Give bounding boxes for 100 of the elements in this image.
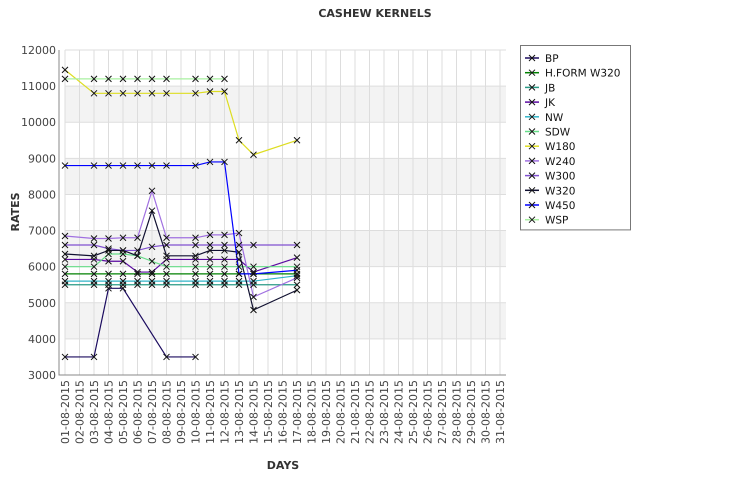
x-tick-label: 17-08-2015 [291, 380, 304, 444]
legend-line-icon [525, 69, 539, 76]
x-tick-label: 08-08-2015 [160, 380, 174, 444]
x-tick-label: 11-08-2015 [204, 380, 217, 444]
data-point-marker [294, 136, 300, 144]
x-tick-label: 05-08-2015 [117, 380, 130, 444]
data-point-marker [163, 162, 170, 170]
data-point-marker [148, 75, 156, 82]
x-tick-label: 13-08-2015 [233, 380, 246, 444]
y-tick-label: 11000 [21, 80, 56, 94]
legend-label: H.FORM W320 [545, 68, 620, 80]
x-tick-label: 15-08-2015 [262, 380, 275, 444]
data-point-marker [90, 90, 98, 97]
data-point-marker [134, 90, 141, 97]
legend-line-icon [525, 216, 539, 224]
x-tick-label: 16-08-2015 [276, 380, 290, 444]
data-point-marker [250, 294, 257, 300]
x-tick-label: 22-08-2015 [364, 380, 376, 444]
y-tick-label: 10000 [21, 116, 56, 130]
data-point-marker [250, 151, 257, 158]
legend-label: JK [545, 97, 555, 110]
x-axis-title: DAYS [266, 459, 300, 472]
y-tick-label: 9000 [28, 152, 56, 166]
x-tick-label: 04-08-2015 [102, 380, 116, 444]
data-point-marker [90, 75, 98, 82]
data-point-marker [163, 353, 170, 360]
legend-label: W180 [545, 141, 576, 154]
legend-label: WSP [545, 214, 568, 227]
data-point-marker [236, 136, 242, 144]
y-axis-title: RATES [9, 192, 22, 232]
data-point-marker [294, 254, 300, 262]
data-point-marker [148, 187, 156, 194]
x-tick-label: 28-08-2015 [450, 380, 464, 444]
x-tick-label: 12-08-2015 [218, 380, 232, 444]
x-tick-label: 18-08-2015 [306, 380, 318, 444]
x-tick-label: 02-08-2015 [74, 380, 86, 444]
x-tick-label: 29-08-2015 [465, 380, 478, 444]
data-point-marker [192, 90, 199, 97]
data-point-marker [250, 306, 257, 314]
x-tick-label: 21-08-2015 [349, 380, 362, 444]
data-point-marker [250, 242, 257, 248]
data-point-marker [134, 75, 141, 82]
x-tick-label: 10-08-2015 [190, 380, 202, 444]
data-point-marker [120, 162, 126, 170]
data-point-marker [134, 234, 141, 242]
data-point-marker [148, 243, 156, 250]
data-point-marker [134, 162, 141, 170]
legend-label: JB [545, 82, 556, 94]
legend-line-icon [525, 172, 539, 180]
x-tick-label: 06-08-2015 [132, 380, 144, 444]
legend-label: W450 [545, 200, 576, 212]
data-point-marker [221, 75, 228, 82]
data-point-marker [221, 231, 228, 238]
data-point-marker [192, 162, 199, 170]
data-point-marker [221, 88, 228, 96]
chart-title: CASHEW KERNELS [318, 7, 432, 20]
data-point-marker [105, 235, 112, 242]
data-point-marker [62, 162, 68, 170]
y-tick-label: 4000 [28, 332, 56, 346]
legend-line-icon [525, 113, 539, 120]
data-point-marker [148, 207, 156, 214]
legend-label: SDW [545, 126, 570, 138]
y-tick-label: 8000 [28, 188, 56, 202]
data-point-marker [62, 242, 68, 248]
data-point-marker [192, 353, 199, 360]
legend-label: W320 [545, 185, 576, 198]
data-point-marker [163, 75, 170, 82]
y-tick-label: 5000 [28, 296, 56, 310]
x-tick-label: 03-08-2015 [88, 380, 101, 444]
legend-label: NW [545, 112, 564, 124]
x-tick-label: 30-08-2015 [480, 380, 492, 444]
data-point-marker [206, 231, 214, 238]
legend-line-icon [525, 84, 539, 91]
legend-line-icon [525, 54, 539, 62]
data-point-marker [120, 75, 126, 82]
legend-line-icon [525, 128, 539, 135]
y-tick-label: 3000 [28, 369, 56, 382]
data-point-marker [236, 230, 242, 237]
legend-label: W300 [545, 170, 576, 183]
x-tick-label: 09-08-2015 [175, 380, 188, 444]
data-point-marker [206, 75, 214, 82]
data-point-marker [62, 66, 68, 74]
data-point-marker [221, 158, 228, 166]
data-point-marker [105, 90, 112, 97]
x-tick-label: 19-08-2015 [320, 380, 333, 444]
data-point-marker [148, 90, 156, 97]
data-point-marker [163, 90, 170, 97]
data-point-marker [148, 162, 156, 170]
data-point-marker [105, 75, 112, 82]
x-tick-label: 24-08-2015 [392, 380, 406, 444]
data-point-marker [90, 162, 98, 170]
data-point-marker [206, 158, 214, 166]
x-tick-label: 14-08-2015 [248, 380, 260, 444]
data-point-marker [148, 258, 156, 265]
x-tick-label: 20-08-2015 [334, 380, 348, 444]
legend-line-icon [525, 202, 539, 208]
x-tick-label: 23-08-2015 [378, 380, 391, 444]
data-point-marker [62, 75, 68, 82]
data-point-marker [120, 90, 126, 97]
y-tick-label: 6000 [28, 260, 56, 274]
